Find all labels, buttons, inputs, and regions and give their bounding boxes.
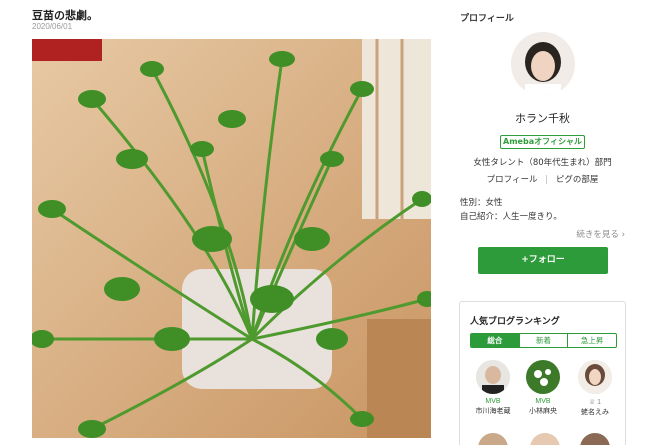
ranking-tabs: 総合 新着 急上昇 xyxy=(470,333,617,348)
profile-intro: 自己紹介：人生一度きり。 xyxy=(460,212,562,222)
chevron-right-icon: › xyxy=(621,230,625,240)
profile-name[interactable]: ホラン千秋 xyxy=(460,110,625,126)
tab-new[interactable]: 新着 xyxy=(518,334,568,347)
blogger-rank: ♕ 1 xyxy=(588,399,602,406)
separator xyxy=(546,175,548,184)
blogger-name[interactable]: 小林麻央 xyxy=(518,406,568,416)
profile-category[interactable]: 女性タレント（80年代生まれ）部門 xyxy=(460,156,625,168)
profile-link[interactable]: プロフィール xyxy=(487,175,538,185)
ranking-title: 人気ブログランキング xyxy=(470,317,560,327)
ranking-item[interactable]: ♕ 1 蛯名えみ xyxy=(570,360,620,417)
profile-avatar[interactable] xyxy=(511,32,575,96)
official-badge: Amebaオフィシャル xyxy=(500,135,585,149)
post-title[interactable]: 豆苗の悲劇。 xyxy=(32,7,98,23)
blogger-avatar xyxy=(578,360,612,394)
blogger-avatar xyxy=(476,360,510,394)
tab-rising[interactable]: 急上昇 xyxy=(567,334,616,347)
pigg-room-link[interactable]: ピグの部屋 xyxy=(556,175,599,185)
blogger-name[interactable]: 蛯名えみ xyxy=(570,407,620,417)
follow-button[interactable]: +フォロー xyxy=(478,247,608,274)
read-more-link[interactable]: 続きを見る › xyxy=(576,228,625,240)
profile-heading: プロフィール xyxy=(460,14,514,24)
post-date: 2020/06/01 xyxy=(32,22,73,31)
ranking-panel: 人気ブログランキング 総合 新着 急上昇 MVB 市川海老蔵 MVB 小林麻央 … xyxy=(459,301,626,445)
tab-overall[interactable]: 総合 xyxy=(471,334,519,347)
blogger-level: MVB xyxy=(485,398,501,405)
post-photo[interactable] xyxy=(32,39,431,438)
read-more-label: 続きを見る xyxy=(576,230,619,240)
profile-gender: 性別：女性 xyxy=(460,198,503,208)
blogger-avatar xyxy=(526,360,560,394)
blogger-name[interactable]: 市川海老蔵 xyxy=(468,406,518,416)
ranking-item[interactable]: MVB 市川海老蔵 xyxy=(468,360,518,416)
ranking-item[interactable]: MVB 小林麻央 xyxy=(518,360,568,416)
blogger-level: MVB xyxy=(535,398,551,405)
